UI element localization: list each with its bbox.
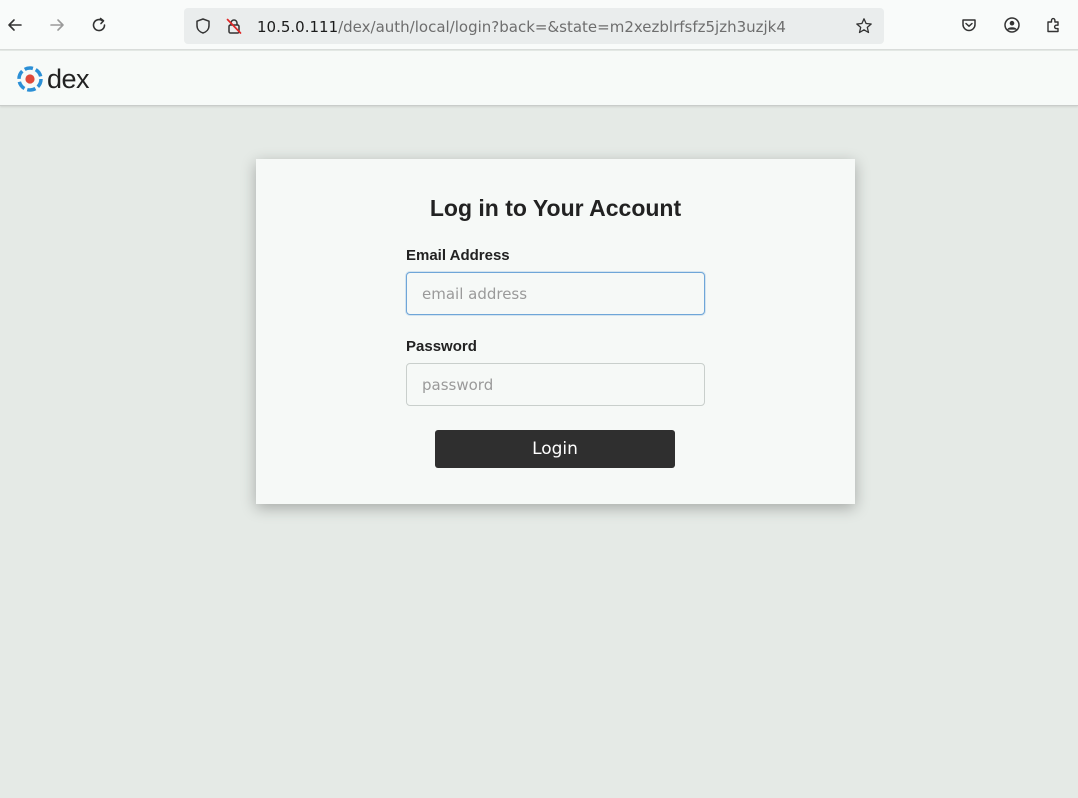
pocket-icon [962, 19, 976, 32]
arrow-left-icon [8, 19, 22, 31]
arrow-right-icon [50, 19, 64, 31]
password-label: Password [406, 338, 477, 355]
pocket-button[interactable] [957, 13, 981, 37]
account-icon [1004, 17, 1020, 33]
email-input[interactable] [406, 272, 705, 315]
dex-logo-icon [17, 66, 43, 92]
url-bar[interactable]: 10.5.0.111/dex/auth/local/login?back=&st… [184, 8, 884, 44]
page-title: Log in to Your Account [429, 195, 682, 221]
extensions-button[interactable] [1042, 13, 1066, 37]
star-icon [856, 18, 872, 34]
url-path: /dex/auth/local/login?back=&state=m2xezb… [338, 18, 786, 36]
logo-text: dex [47, 64, 90, 94]
dex-logo[interactable]: dex [16, 64, 90, 94]
bookmark-button[interactable] [855, 17, 873, 35]
login-button[interactable]: Login [435, 430, 675, 468]
password-input[interactable] [406, 363, 705, 406]
url-fade [827, 14, 851, 38]
url-host: 10.5.0.111 [257, 18, 339, 36]
account-button[interactable] [1000, 13, 1024, 37]
browser-toolbar: 10.5.0.111/dex/auth/local/login?back=&st… [0, 0, 1078, 50]
url-text[interactable]: 10.5.0.111/dex/auth/local/login?back=&st… [257, 17, 847, 37]
back-button[interactable] [3, 13, 27, 37]
shield-icon [196, 18, 210, 34]
reload-button[interactable] [87, 13, 111, 37]
login-card: Log in to Your Account Email Address Pas… [256, 159, 855, 504]
email-label: Email Address [406, 247, 510, 264]
tracking-protection-button[interactable] [194, 17, 212, 35]
app-header: dex [0, 51, 1078, 106]
extensions-icon [1047, 17, 1059, 33]
site-security-button[interactable] [225, 17, 243, 35]
forward-button[interactable] [45, 13, 69, 37]
insecure-lock-icon [226, 18, 242, 34]
reload-icon [92, 17, 106, 32]
